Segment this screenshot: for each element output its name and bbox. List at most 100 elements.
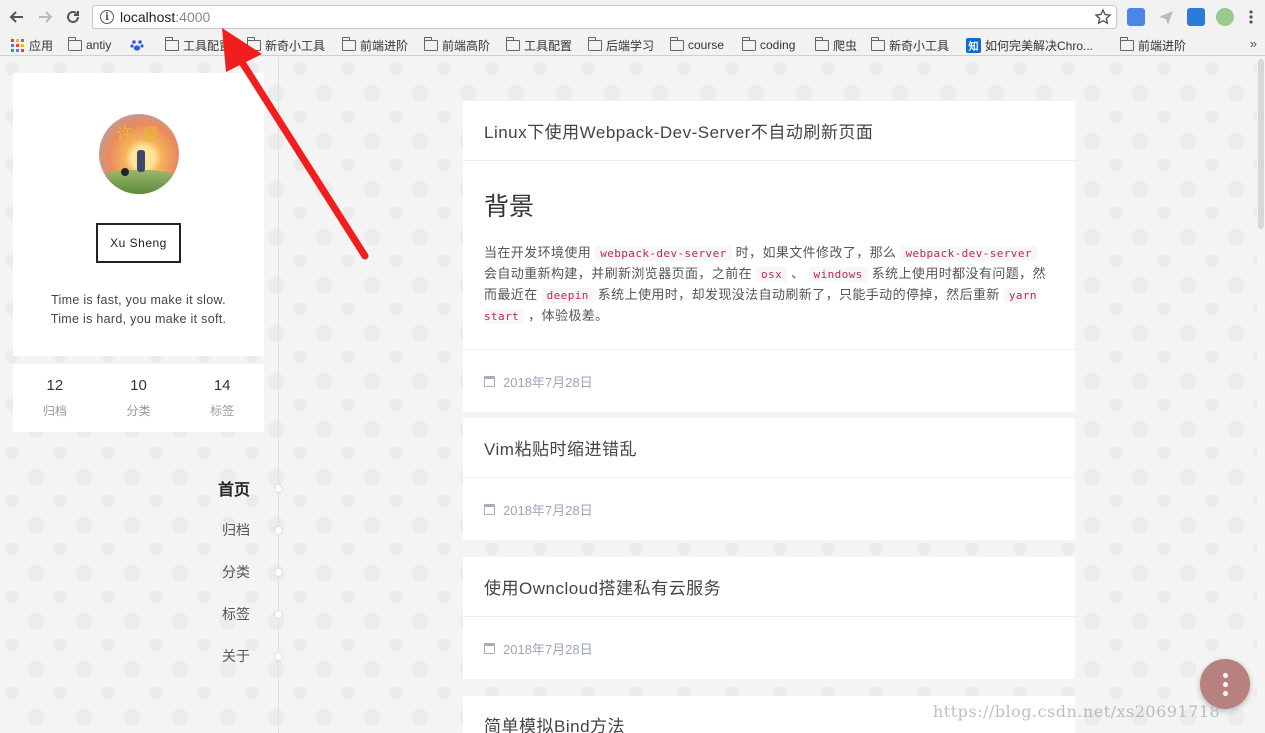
dot-icon (1222, 681, 1228, 687)
post-card: Vim粘贴时缩进错乱 2018年7月28日 (463, 418, 1075, 540)
stat-tags[interactable]: 14 标签 (180, 364, 264, 432)
post-meta: 2018年7月28日 (463, 617, 1075, 679)
bookmark-folder[interactable]: 后端学习 (588, 36, 655, 53)
back-button[interactable] (6, 6, 28, 28)
bookmark-label: course (688, 38, 725, 52)
nav-item-about[interactable]: 关于 (150, 635, 286, 677)
bookmark-folder[interactable]: antiy (68, 36, 112, 53)
motto-line: Time is hard, you make it soft. (50, 312, 227, 326)
translate-extension-icon[interactable] (1127, 8, 1145, 26)
nav-item-categories[interactable]: 分类 (150, 551, 286, 593)
reload-icon (67, 10, 79, 23)
text-run: 、 (791, 266, 805, 281)
bookmark-label: 新奇小工具 (265, 38, 326, 53)
post-heading: 背景 (484, 192, 535, 221)
folder-icon (670, 36, 684, 51)
inline-code: windows (808, 267, 868, 282)
nav-item-archives[interactable]: 归档 (150, 509, 286, 551)
avatar[interactable]: 许 盛 (99, 114, 179, 194)
folder-icon (742, 36, 756, 51)
bookmark-folder[interactable]: 爬虫 (815, 36, 857, 53)
avatar-text: 许 盛 (116, 125, 162, 145)
bookmark-folder[interactable]: 新奇小工具 (871, 36, 950, 53)
inline-code: webpack-dev-server (595, 246, 732, 261)
nav-dot (274, 610, 283, 619)
text-run: 会自动重新构建，并刷新浏览器页面，之前在 (484, 266, 753, 281)
scrollbar-thumb[interactable] (1258, 59, 1264, 229)
address-bar[interactable]: i localhost:4000 (92, 5, 1117, 29)
post-date: 2018年7月28日 (503, 374, 593, 390)
info-icon[interactable]: i (100, 10, 114, 24)
calendar-icon (484, 375, 495, 387)
post-excerpt: 背景 当在开发环境使用 webpack-dev-server 时，如果文件修改了… (463, 161, 1075, 350)
bookmark-zhihu[interactable]: 知如何完美解决Chro... (966, 37, 1093, 53)
green-extension-icon[interactable] (1216, 8, 1234, 26)
folder-icon (247, 36, 261, 51)
post-title[interactable]: Vim粘贴时缩进错乱 (463, 418, 1075, 478)
bookmark-label: 新奇小工具 (889, 38, 950, 53)
avatar-figure (137, 150, 145, 172)
bookmark-label: 前端进阶 (1138, 38, 1187, 53)
bookmark-folder[interactable]: 工具配置 (506, 36, 573, 53)
stat-label: 归档 (42, 404, 67, 418)
inline-code: deepin (541, 288, 594, 303)
nav-dot (274, 568, 283, 577)
post-title[interactable]: 使用Owncloud搭建私有云服务 (463, 557, 1075, 617)
text-run: 时，如果文件修改了，那么 (735, 245, 897, 260)
stat-number: 14 (213, 377, 231, 394)
kebab-icon (1249, 10, 1253, 24)
folder-icon (68, 36, 82, 51)
author-name[interactable]: Xu Sheng (96, 223, 181, 263)
bookmark-folder[interactable]: 工具配置 (165, 36, 231, 53)
nav-item-tags[interactable]: 标签 (150, 593, 286, 635)
stat-categories[interactable]: 10 分类 (97, 364, 181, 432)
folder-icon (815, 36, 829, 51)
bookmark-folder[interactable]: 新奇小工具 (247, 36, 326, 53)
nav-item-home[interactable]: 首页 (150, 467, 286, 509)
bookmark-folder[interactable]: 前端高阶 (424, 36, 490, 53)
motto-line: Time is fast, you make it slow. (51, 293, 226, 307)
bookmark-folder[interactable]: 前端进阶 (342, 36, 408, 53)
inline-code: webpack-dev-server (900, 246, 1037, 261)
nav-dot (274, 652, 283, 661)
bookmark-folder[interactable]: coding (742, 36, 795, 53)
post-date: 2018年7月28日 (503, 502, 593, 518)
post-date: 2018年7月28日 (503, 641, 593, 657)
arrow-right-icon (39, 11, 53, 23)
url-text: localhost:4000 (120, 9, 210, 25)
page-scrollbar[interactable] (1257, 57, 1265, 733)
s-extension-icon[interactable] (1187, 8, 1205, 26)
avatar-ground (99, 170, 179, 194)
profile-card: 许 盛 Xu Sheng Time is fast, you make it s… (13, 73, 264, 356)
post-title[interactable]: Linux下使用Webpack-Dev-Server不自动刷新页面 (463, 101, 1075, 161)
stat-label: 分类 (126, 404, 151, 418)
avatar-cat (121, 168, 129, 176)
arrow-left-icon (9, 11, 23, 23)
menu-button[interactable] (1240, 6, 1262, 28)
stat-archives[interactable]: 12 归档 (13, 364, 97, 432)
post-card: Linux下使用Webpack-Dev-Server不自动刷新页面 背景 当在开… (463, 101, 1075, 412)
post-meta: 2018年7月28日 (463, 478, 1075, 540)
folder-icon (165, 36, 179, 51)
bookmark-folder[interactable]: 前端进阶 (1120, 36, 1187, 53)
forward-button[interactable] (34, 6, 56, 28)
bookmark-label: 工具配置 (524, 38, 573, 53)
reload-button[interactable] (62, 6, 84, 28)
plane-icon (1159, 11, 1173, 25)
text-run: 系统上使用时，却发现没法自动刷新了，只能手动的停掉，然后重新 (597, 287, 1000, 302)
bookmark-star-icon[interactable] (1094, 8, 1112, 26)
bookmark-label: antiy (86, 38, 112, 52)
folder-icon (1120, 36, 1134, 51)
bookmark-baidu[interactable] (130, 37, 144, 53)
bookmark-label: 如何完美解决Chro... (985, 38, 1094, 53)
bookmark-label: 后端学习 (606, 38, 655, 53)
bookmark-folder[interactable]: course (670, 36, 725, 53)
watermark: https://blog.csdn.net/xs20691718 (933, 702, 1221, 721)
site-nav: 首页 归档 分类 标签 关于 (150, 467, 286, 677)
plane-extension-icon[interactable] (1157, 8, 1175, 26)
inline-code: osx (756, 267, 788, 282)
bookmark-apps[interactable]: 应用 (11, 37, 53, 53)
folder-icon (342, 36, 356, 51)
nav-label: 分类 (222, 564, 250, 580)
bookmarks-overflow-button[interactable]: » (1250, 36, 1257, 51)
